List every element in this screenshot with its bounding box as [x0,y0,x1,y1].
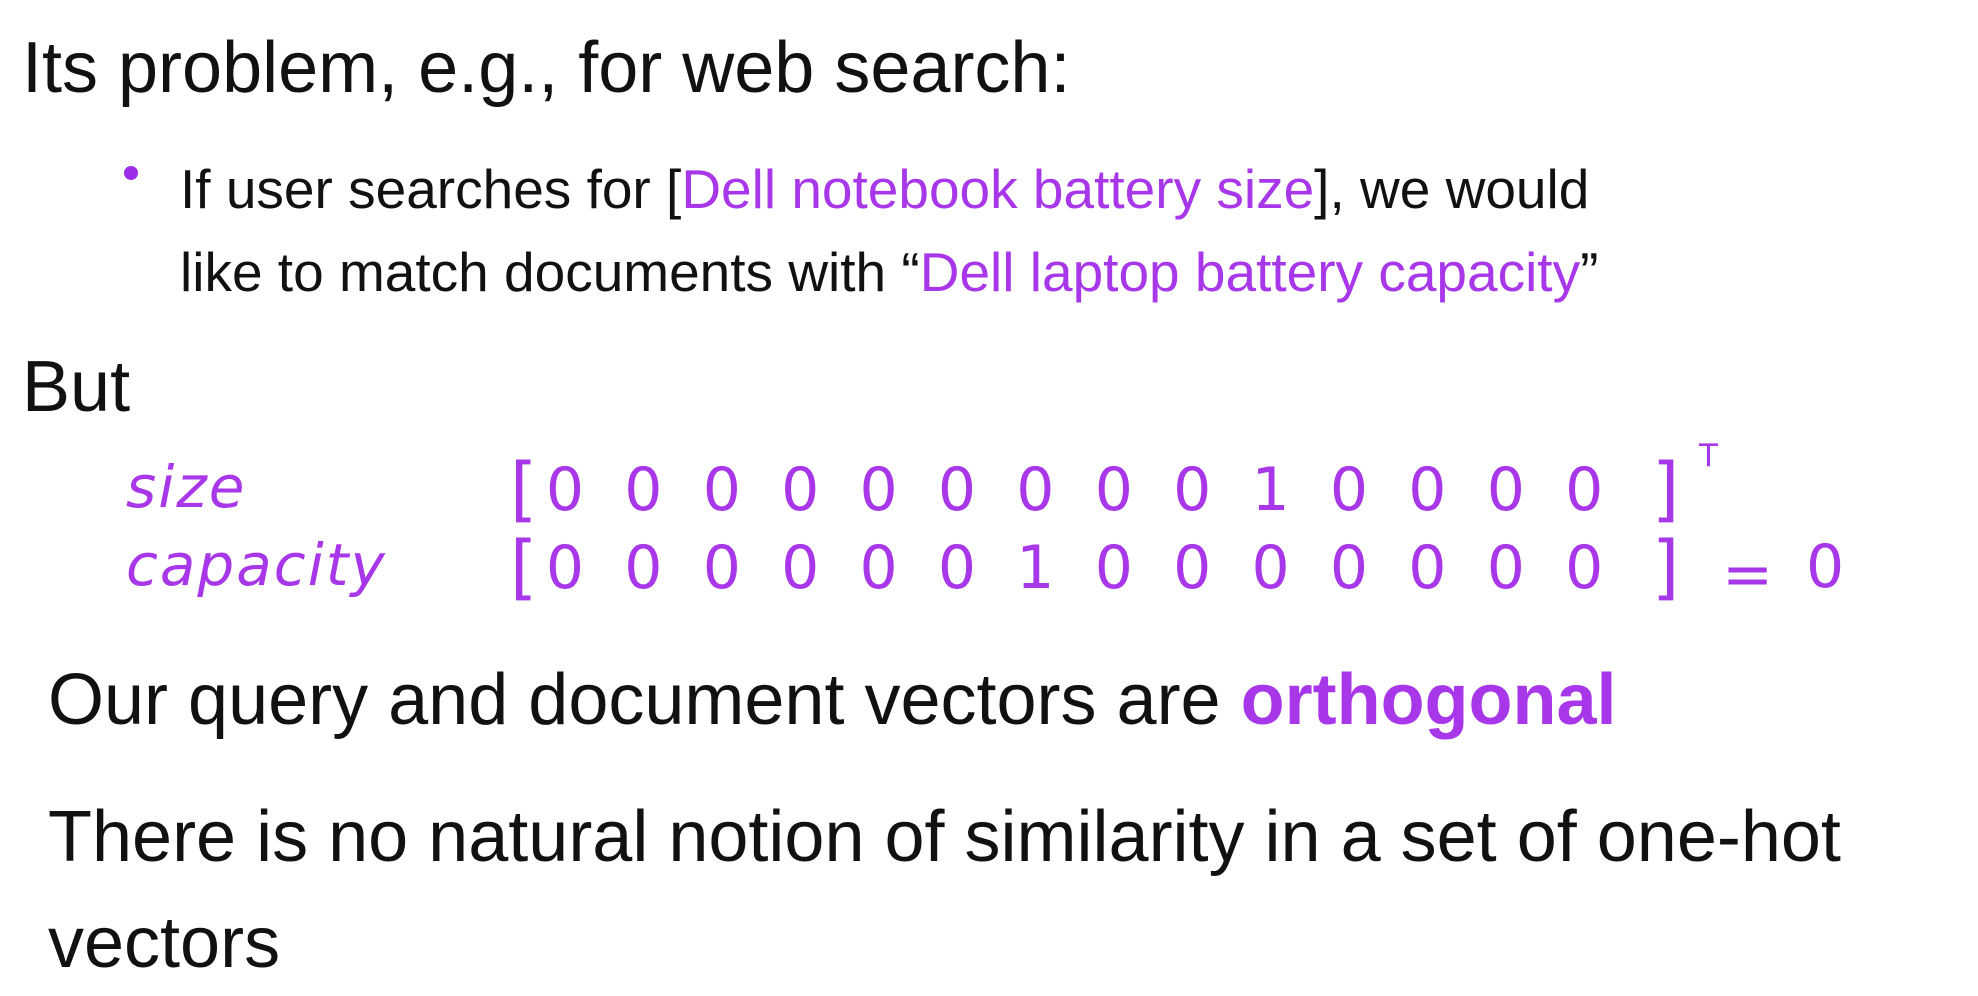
bullet-text: If user searches for [Dell notebook batt… [180,148,1598,314]
bullet-dot-icon [124,166,138,180]
size-vector-value: 0 [1565,455,1604,525]
capacity-open-bracket: [ [510,526,538,608]
capacity-vector-value: 0 [545,533,585,603]
capacity-vector-value: 0 [937,533,977,603]
orthogonal-keyword: orthogonal [1240,660,1617,740]
size-vector-value: 0 [781,455,820,525]
size-vector-label: size [126,453,247,521]
bullet-middle: ], we would [1314,158,1590,220]
capacity-vector-value: 0 [859,533,898,603]
capacity-vector-value: 0 [624,533,663,603]
capacity-vector-value: 0 [702,533,741,603]
bullet-suffix: ” [1580,241,1599,303]
capacity-vector-value: 0 [1486,533,1525,603]
size-vector-value: 0 [1016,455,1055,525]
capacity-vector-value: 0 [1251,533,1290,603]
orthogonal-statement-prefix: Our query and document vectors are [48,660,1241,740]
bullet-line-two-prefix: like to match documents with “ [180,241,920,303]
size-vector-value: 0 [545,455,585,525]
similarity-statement: There is no natural notion of similarity… [48,797,1841,983]
size-vector-row: size [ 00000000010000 ] T [126,441,1886,528]
capacity-close-bracket: ] [1652,526,1680,608]
capacity-vector-value: 1 [1016,533,1055,603]
size-open-bracket: [ [510,448,538,530]
size-vector-value: 0 [1486,455,1525,525]
size-vector-value: 0 [624,455,663,525]
bullet-prefix: If user searches for [ [180,158,682,220]
dot-product-result: 0 [1806,532,1845,602]
size-vector-value: 0 [1408,455,1447,525]
document-phrase: Dell laptop battery capacity [919,241,1581,303]
capacity-vector-value: 0 [781,533,820,603]
slide-heading-problem: Its problem, e.g., for web search: [22,28,1071,108]
capacity-vector-value: 0 [1173,533,1212,603]
transpose-mark: T [1699,438,1718,474]
capacity-vector-row: capacity [ 00000010000000 ] = 0 [126,531,1886,610]
capacity-vector-value: 0 [1094,533,1133,603]
size-close-bracket: ] [1652,448,1680,530]
size-vector-value: 0 [937,455,977,525]
capacity-vector-value: 0 [1408,533,1447,603]
size-vector-value: 0 [1094,455,1133,525]
capacity-vector-label: capacity [126,531,387,599]
one-hot-vector-example: size [ 00000000010000 ] T capacity [ 000… [126,441,1886,630]
query-phrase: Dell notebook battery size [681,158,1315,220]
slide: Its problem, e.g., for web search: If us… [0,0,1978,996]
size-vector-value: 1 [1251,455,1290,525]
size-vector-value: 0 [702,455,741,525]
equals-sign: = [1722,539,1774,610]
size-vector-value: 0 [1173,455,1212,525]
capacity-vector-value: 0 [1329,533,1369,603]
size-vector-value: 0 [1329,455,1369,525]
size-vector-value: 0 [859,455,898,525]
slide-heading-but: But [22,347,131,427]
capacity-vector-value: 0 [1565,533,1604,603]
orthogonal-statement: Our query and document vectors are ortho… [48,664,1617,736]
